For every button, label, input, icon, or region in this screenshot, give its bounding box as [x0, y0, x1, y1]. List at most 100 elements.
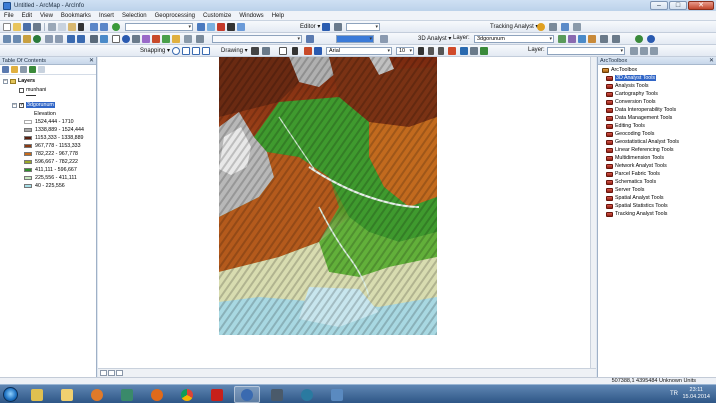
toolbox-item[interactable]: Data Management Tools: [606, 115, 672, 121]
taskbar-explorer[interactable]: [24, 386, 50, 403]
arcscene-icon[interactable]: [600, 35, 608, 43]
toolbox-item[interactable]: Linear Referencing Tools: [606, 147, 674, 153]
redo-icon[interactable]: [100, 23, 108, 31]
taskbar-acrobat[interactable]: [204, 386, 230, 403]
add-data-icon[interactable]: [112, 23, 120, 31]
zoom-in-icon[interactable]: [3, 35, 11, 43]
drawing-menu[interactable]: Drawing ▾: [221, 47, 248, 54]
taskbar-folder[interactable]: [54, 386, 80, 403]
toolbox-item[interactable]: 3D Analyst Tools: [606, 75, 657, 81]
list-by-source-icon[interactable]: [11, 66, 18, 73]
arcglobe-icon[interactable]: [612, 35, 620, 43]
line-of-sight-icon[interactable]: [578, 35, 586, 43]
maximize-button[interactable]: □: [669, 1, 687, 10]
cut-icon[interactable]: [48, 23, 56, 31]
layer-visibility-checkbox[interactable]: ✓: [19, 102, 24, 108]
model-builder-icon[interactable]: [237, 23, 245, 31]
layout-view-button[interactable]: [108, 370, 115, 376]
flicker-icon[interactable]: [640, 47, 648, 55]
tracking-chart-icon[interactable]: [573, 23, 581, 31]
list-by-drawing-order-icon[interactable]: [2, 66, 9, 73]
3d-analyst-menu[interactable]: 3D Analyst ▾: [418, 35, 451, 42]
taskbar-arccatalog[interactable]: [264, 386, 290, 403]
transparency-icon[interactable]: [650, 47, 658, 55]
color-combo[interactable]: [336, 35, 374, 43]
toolbox-item[interactable]: Geostatistical Analyst Tools: [606, 139, 679, 145]
sketch-tool-icon[interactable]: [334, 23, 342, 31]
arctoolbox-icon[interactable]: [217, 23, 225, 31]
layers-node[interactable]: − Layers: [3, 78, 35, 84]
effects-layer-combo[interactable]: [547, 47, 625, 55]
help-icon[interactable]: [647, 35, 655, 43]
italic-icon[interactable]: [428, 47, 434, 55]
menu-windows[interactable]: Windows: [235, 13, 267, 19]
toolbox-item[interactable]: Editing Tools: [606, 123, 645, 129]
list-by-selection-icon[interactable]: [29, 66, 36, 73]
vertex-snapping-icon[interactable]: [192, 47, 200, 55]
toolbox-item[interactable]: Schematics Tools: [606, 179, 656, 185]
georeferencing-layer-combo[interactable]: [212, 35, 302, 43]
collapse-icon[interactable]: −: [12, 102, 17, 108]
profile-graph-icon[interactable]: [588, 35, 596, 43]
tracking-analyst-menu[interactable]: Tracking Analyst ▾: [490, 23, 538, 30]
start-button[interactable]: [3, 387, 18, 402]
fixed-zoom-out-icon[interactable]: [55, 35, 63, 43]
menu-help[interactable]: Help: [268, 13, 288, 19]
rectangle-icon[interactable]: [279, 47, 287, 55]
toolbox-item[interactable]: Tracking Analyst Tools: [606, 211, 667, 217]
taskbar-clock[interactable]: 23:11 15.04.2014: [682, 387, 710, 401]
tracking-playback-icon[interactable]: [537, 23, 545, 31]
underline-icon[interactable]: [438, 47, 444, 55]
swipe-icon[interactable]: [630, 47, 638, 55]
delete-icon[interactable]: [78, 23, 84, 31]
clear-selection-icon[interactable]: [100, 35, 108, 43]
find-icon[interactable]: [132, 35, 140, 43]
map-vertical-scrollbar[interactable]: [590, 57, 596, 368]
toc-layer-munhani[interactable]: munhani: [12, 87, 46, 93]
paste-icon[interactable]: [68, 23, 76, 31]
toolbox-item[interactable]: Analysis Tools: [606, 83, 648, 89]
edge-snapping-icon[interactable]: [202, 47, 210, 55]
catalog-icon[interactable]: [207, 23, 215, 31]
menu-insert[interactable]: Insert: [95, 13, 118, 19]
line-color-icon[interactable]: [314, 47, 322, 55]
taskbar-media[interactable]: [84, 386, 110, 403]
time-slider-icon[interactable]: [172, 35, 180, 43]
identify-icon[interactable]: [122, 35, 130, 43]
editor-toolbar-icon[interactable]: [197, 23, 205, 31]
pan-icon[interactable]: [23, 35, 31, 43]
end-snapping-icon[interactable]: [182, 47, 190, 55]
toolbox-item[interactable]: Parcel Fabric Tools: [606, 171, 660, 177]
menu-file[interactable]: File: [0, 13, 18, 19]
toolbox-item[interactable]: Network Analyst Tools: [606, 163, 667, 169]
select-elements-draw-icon[interactable]: [251, 47, 259, 55]
toc-layer-3dgorunum[interactable]: − ✓ 3dgorunum: [12, 102, 55, 108]
taskbar-arcglobe[interactable]: [294, 386, 320, 403]
taskbar-chrome[interactable]: [174, 386, 200, 403]
menu-bookmarks[interactable]: Bookmarks: [57, 13, 95, 19]
menu-view[interactable]: View: [36, 13, 57, 19]
contour-icon[interactable]: [558, 35, 566, 43]
list-by-visibility-icon[interactable]: [20, 66, 27, 73]
menu-selection[interactable]: Selection: [118, 13, 151, 19]
save-icon[interactable]: [23, 23, 31, 31]
fill-bucket-icon[interactable]: [460, 47, 468, 55]
toolbox-item[interactable]: Data Interoperability Tools: [606, 107, 676, 113]
open-folder-icon[interactable]: [13, 23, 21, 31]
toolbox-item[interactable]: Cartography Tools: [606, 91, 658, 97]
3d-layer-combo[interactable]: 3dgorunum: [474, 35, 554, 43]
toolbox-item[interactable]: Server Tools: [606, 187, 644, 193]
create-viewer-icon[interactable]: [184, 35, 192, 43]
layer-visibility-checkbox[interactable]: [19, 87, 24, 93]
close-button[interactable]: ✕: [688, 1, 714, 10]
undo-icon[interactable]: [90, 23, 98, 31]
taskbar-app-globe[interactable]: [114, 386, 140, 403]
fixed-zoom-in-icon[interactable]: [45, 35, 53, 43]
toc-options-icon[interactable]: [38, 66, 45, 73]
toolbox-item[interactable]: Spatial Analyst Tools: [606, 195, 664, 201]
toc-close-icon[interactable]: ✕: [89, 57, 94, 65]
toolbox-item[interactable]: Conversion Tools: [606, 99, 656, 105]
marker-icon[interactable]: [480, 47, 488, 55]
select-elements-icon[interactable]: [112, 35, 120, 43]
collapse-icon[interactable]: −: [3, 78, 8, 84]
